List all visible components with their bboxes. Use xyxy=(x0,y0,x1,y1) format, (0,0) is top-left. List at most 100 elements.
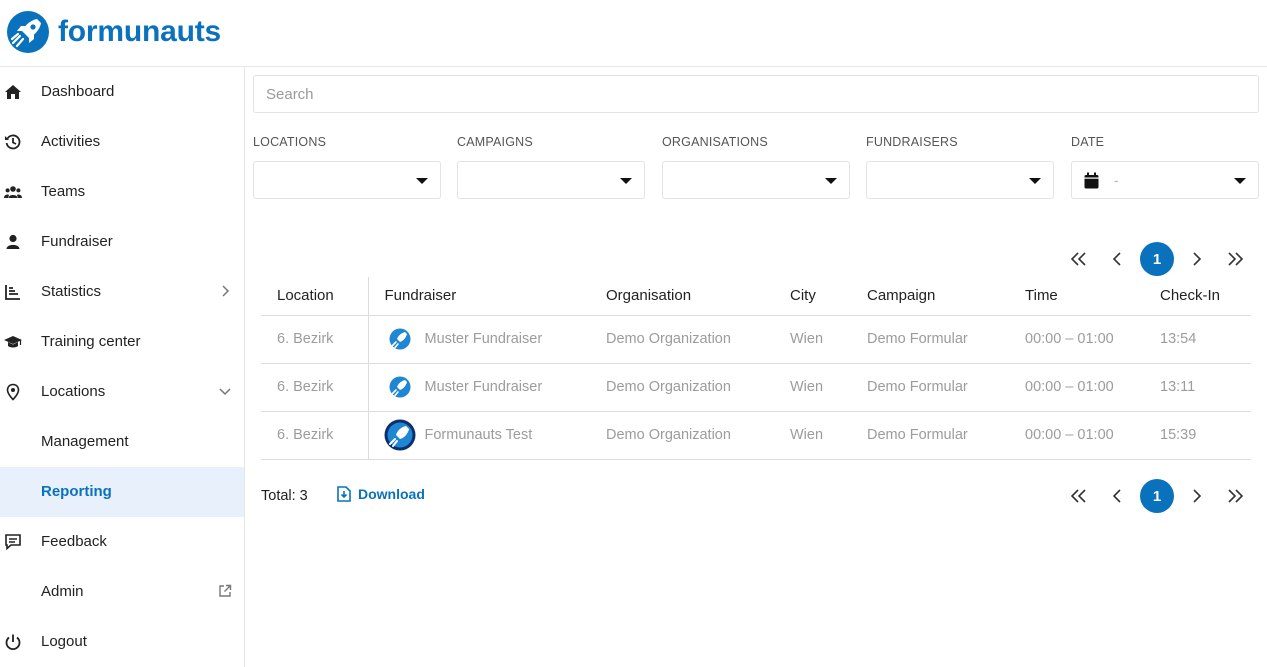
caret-down-icon xyxy=(1029,178,1041,184)
last-page-button[interactable] xyxy=(1216,242,1254,276)
chart-icon xyxy=(5,285,20,300)
cell-campaign: Demo Formular xyxy=(851,315,1009,364)
last-page-button[interactable] xyxy=(1216,479,1254,513)
column-header-time[interactable]: Time xyxy=(1009,277,1144,316)
cell-fundraiser: Muster Fundraiser xyxy=(368,363,590,412)
map-pin-icon xyxy=(6,383,20,401)
cell-city: Wien xyxy=(774,363,851,412)
checkin-table: Location Fundraiser Organisation City Ca… xyxy=(261,277,1251,460)
cell-time: 00:00 – 01:00 xyxy=(1009,363,1144,412)
fundraiser-name: Muster Fundraiser xyxy=(424,331,543,347)
column-header-organisation[interactable]: Organisation xyxy=(590,277,774,316)
filter-locations-label: LOCATIONS xyxy=(253,135,327,149)
pagination-top: 1 xyxy=(1060,242,1254,276)
column-header-campaign[interactable]: Campaign xyxy=(851,277,1009,316)
sidebar-item-feedback[interactable]: Feedback xyxy=(0,517,244,567)
cell-check-in: 13:54 xyxy=(1144,315,1251,364)
download-button[interactable]: Download xyxy=(337,486,425,502)
sidebar-item-fundraiser[interactable]: Fundraiser xyxy=(0,217,244,267)
table-row[interactable]: 6. Bezirk Muster Fundraiser Demo Organiz… xyxy=(261,315,1251,364)
graduation-cap-icon xyxy=(4,336,22,348)
current-page-button[interactable]: 1 xyxy=(1140,242,1174,276)
cell-campaign: Demo Formular xyxy=(851,363,1009,412)
cell-time: 00:00 – 01:00 xyxy=(1009,411,1144,460)
sidebar-item-statistics[interactable]: Statistics xyxy=(0,267,244,317)
app-header: formunauts xyxy=(0,0,1267,67)
sidebar-item-reporting[interactable]: Reporting xyxy=(0,467,244,517)
double-chevron-right-icon xyxy=(1228,489,1243,503)
chevron-right-icon xyxy=(1193,489,1202,503)
column-header-check-in[interactable]: Check-In xyxy=(1144,277,1251,316)
sidebar-item-teams[interactable]: Teams xyxy=(0,167,244,217)
first-page-button[interactable] xyxy=(1060,479,1098,513)
cell-city: Wien xyxy=(774,411,851,460)
rocket-avatar-icon xyxy=(389,328,410,350)
filter-fundraisers-label: FUNDRAISERS xyxy=(866,135,958,149)
date-range-value: - xyxy=(1114,172,1119,188)
sidebar-item-label: Fundraiser xyxy=(41,233,113,250)
sidebar-item-label: Management xyxy=(41,433,129,450)
table-row[interactable]: 6. Bezirk Formunauts Test Demo Organizat… xyxy=(261,411,1251,460)
home-icon xyxy=(5,85,21,99)
external-link-icon xyxy=(219,584,232,597)
sidebar-item-label: Feedback xyxy=(41,533,107,550)
total-count: Total: 3 xyxy=(261,488,308,504)
caret-down-icon xyxy=(620,178,632,184)
column-header-location[interactable]: Location xyxy=(261,277,369,316)
cell-location: 6. Bezirk xyxy=(261,411,369,460)
users-icon xyxy=(4,186,22,198)
sidebar-item-admin[interactable]: Admin xyxy=(0,567,244,617)
sidebar-item-label: Admin xyxy=(41,583,84,600)
sidebar-item-training-center[interactable]: Training center xyxy=(0,317,244,367)
chevron-left-icon xyxy=(1112,252,1121,266)
cell-check-in: 15:39 xyxy=(1144,411,1251,460)
power-icon xyxy=(5,634,21,651)
sidebar-item-label: Teams xyxy=(41,183,86,200)
main-content: LOCATIONS CAMPAIGNS ORGANISATIONS FUNDRA… xyxy=(245,67,1267,667)
column-header-city[interactable]: City xyxy=(774,277,851,316)
table-row[interactable]: 6. Bezirk Muster Fundraiser Demo Organiz… xyxy=(261,363,1251,412)
filter-campaigns-label: CAMPAIGNS xyxy=(457,135,533,149)
campaigns-select[interactable] xyxy=(457,161,645,199)
chevron-right-icon xyxy=(222,285,230,297)
sidebar-item-activities[interactable]: Activities xyxy=(0,117,244,167)
pagination-bottom: 1 xyxy=(1060,479,1254,513)
fundraisers-select[interactable] xyxy=(866,161,1054,199)
date-range-select[interactable]: - xyxy=(1071,161,1259,199)
rocket-avatar-icon xyxy=(389,376,410,398)
cell-organisation: Demo Organization xyxy=(590,411,774,460)
cell-location: 6. Bezirk xyxy=(261,315,369,364)
fundraiser-name: Muster Fundraiser xyxy=(424,379,543,395)
next-page-button[interactable] xyxy=(1178,479,1216,513)
prev-page-button[interactable] xyxy=(1098,242,1136,276)
cell-organisation: Demo Organization xyxy=(590,315,774,364)
cell-organisation: Demo Organization xyxy=(590,363,774,412)
download-icon xyxy=(337,486,351,502)
organisations-select[interactable] xyxy=(662,161,850,199)
history-icon xyxy=(5,134,21,150)
filter-organisations-label: ORGANISATIONS xyxy=(662,135,768,149)
caret-down-icon xyxy=(416,178,428,184)
sidebar-item-label: Dashboard xyxy=(41,83,115,100)
sidebar-item-management[interactable]: Management xyxy=(0,417,244,467)
next-page-button[interactable] xyxy=(1178,242,1216,276)
double-chevron-right-icon xyxy=(1228,252,1243,266)
sidebar-item-dashboard[interactable]: Dashboard xyxy=(0,67,244,117)
chevron-down-icon xyxy=(219,388,231,396)
calendar-icon xyxy=(1084,172,1099,189)
avatar xyxy=(384,419,416,451)
search-input[interactable] xyxy=(253,75,1259,113)
sidebar: Dashboard Activities Teams Fundraiser St… xyxy=(0,67,245,667)
prev-page-button[interactable] xyxy=(1098,479,1136,513)
brand-logo[interactable]: formunauts xyxy=(6,10,221,54)
current-page-button[interactable]: 1 xyxy=(1140,479,1174,513)
avatar xyxy=(384,371,416,403)
column-header-fundraiser[interactable]: Fundraiser xyxy=(368,277,590,316)
sidebar-item-locations[interactable]: Locations xyxy=(0,367,244,417)
user-icon xyxy=(6,234,20,249)
sidebar-item-logout[interactable]: Logout xyxy=(0,617,244,667)
first-page-button[interactable] xyxy=(1060,242,1098,276)
cell-fundraiser: Muster Fundraiser xyxy=(368,315,590,364)
locations-select[interactable] xyxy=(253,161,441,199)
rocket-logo-icon xyxy=(7,11,49,53)
